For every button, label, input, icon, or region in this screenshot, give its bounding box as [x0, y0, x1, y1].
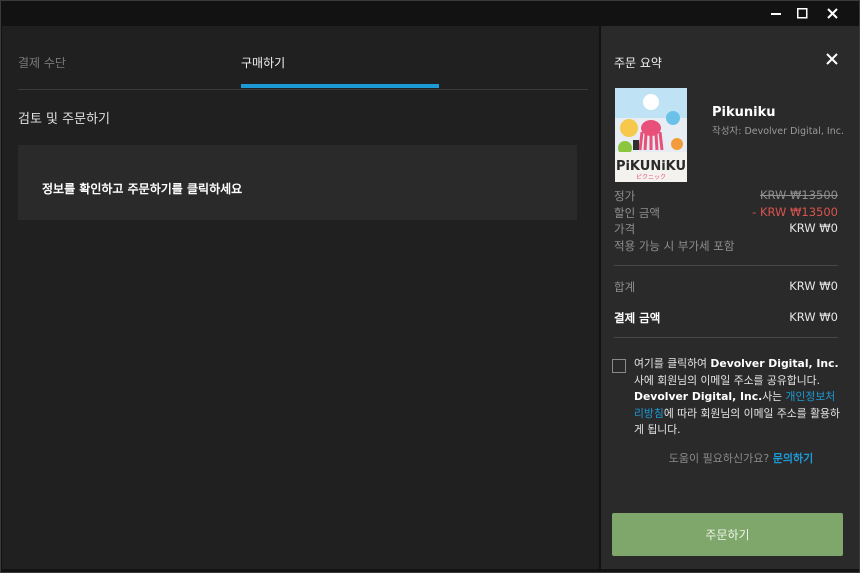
list-price-row: 정가 KRW ₩13500	[614, 188, 838, 204]
consent-text-part: 사는	[762, 390, 786, 403]
consent-company: Devolver Digital, Inc.	[634, 390, 763, 403]
consent-checkbox[interactable]	[612, 359, 626, 373]
summary-title: 주문 요약	[614, 56, 662, 70]
review-heading: 검토 및 주문하기	[18, 112, 110, 127]
tax-note-row: 적용 가능 시 부가세 포함	[614, 238, 838, 254]
price-value: KRW ₩0	[789, 221, 838, 235]
maximize-icon[interactable]	[787, 1, 817, 26]
list-price-label: 정가	[614, 189, 636, 203]
divider	[614, 265, 838, 266]
game-publisher: 작성자: Devolver Digital, Inc.	[712, 126, 844, 137]
tax-note: 적용 가능 시 부가세 포함	[614, 239, 735, 253]
close-icon[interactable]	[817, 1, 847, 26]
discount-value: - KRW ₩13500	[752, 205, 838, 219]
consent-text-part: 여기를 클릭하여	[634, 357, 711, 370]
game-cover-image: PiKUNiKU ピクニック	[615, 88, 687, 182]
subtotal-row: 합계 KRW ₩0	[614, 279, 838, 295]
discount-row: 할인 금액 - KRW ₩13500	[614, 205, 838, 221]
notice-box: 정보를 확인하고 주문하기를 클릭하세요	[18, 145, 577, 220]
tab-purchase[interactable]: 구매하기	[241, 54, 285, 71]
consent-company: Devolver Digital, Inc.	[710, 357, 839, 370]
place-order-button[interactable]: 주문하기	[612, 513, 843, 556]
subtotal-value: KRW ₩0	[789, 279, 838, 293]
close-icon[interactable]	[823, 50, 841, 68]
subtotal-label: 합계	[614, 280, 636, 294]
active-tab-indicator	[241, 84, 439, 88]
help-line: 도움이 필요하신가요? 문의하기	[601, 450, 859, 466]
consent-text-part: 사에 회원님의 이메일 주소를 공유합니다.	[634, 373, 821, 387]
order-summary-panel: 주문 요약 PiKUNiKU ピクニック Pikuniku 작성자: Devol…	[601, 26, 859, 569]
consent-text: 여기를 클릭하여 Devolver Digital, Inc. 사에 회원님의 …	[634, 356, 844, 439]
total-value: KRW ₩0	[789, 310, 838, 324]
title-bar	[1, 1, 859, 26]
discount-label: 할인 금액	[614, 206, 660, 220]
total-row: 결제 금액 KRW ₩0	[614, 310, 838, 326]
checkout-tabs: 결제 수단 구매하기	[18, 26, 588, 90]
tab-payment-method[interactable]: 결제 수단	[18, 54, 66, 71]
price-label: 가격	[614, 222, 636, 236]
list-price-value: KRW ₩13500	[759, 188, 838, 202]
divider	[614, 337, 838, 338]
price-row: 가격 KRW ₩0	[614, 221, 838, 237]
contact-link[interactable]: 문의하기	[773, 452, 813, 465]
checkout-panel: 결제 수단 구매하기 검토 및 주문하기 정보를 확인하고 주문하기를 클릭하세…	[2, 26, 599, 569]
notice-text: 정보를 확인하고 주문하기를 클릭하세요	[42, 182, 243, 196]
consent-text-part: 에 따라 회원님의 이메일 주소를 활용하게 됩니다.	[634, 406, 840, 437]
game-title: Pikuniku	[712, 105, 776, 120]
app-window: 결제 수단 구매하기 검토 및 주문하기 정보를 확인하고 주문하기를 클릭하세…	[0, 0, 860, 573]
total-label: 결제 금액	[614, 311, 661, 325]
cover-logo-subtext: ピクニック	[636, 174, 666, 181]
cover-logo-text: PiKUNiKU	[616, 159, 686, 174]
help-text: 도움이 필요하신가요?	[668, 452, 773, 465]
